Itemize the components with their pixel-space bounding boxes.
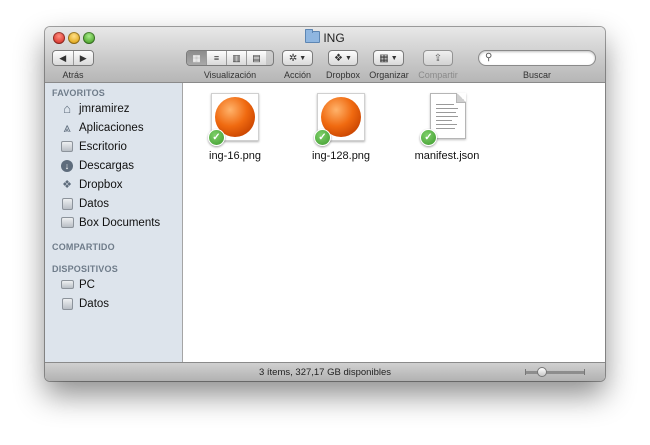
- search-icon: ⚲: [485, 52, 493, 63]
- sidebar-item-datos-device[interactable]: Datos: [60, 295, 109, 312]
- action-button[interactable]: ✲ ▼: [282, 50, 313, 66]
- icon-size-slider[interactable]: [525, 367, 585, 377]
- arrange-grid-icon: ▦: [379, 52, 389, 64]
- slider-knob[interactable]: [537, 367, 547, 377]
- list-view-button[interactable]: ≡: [207, 51, 227, 65]
- search-label: Buscar: [522, 70, 551, 80]
- sync-check-icon: ✓: [420, 129, 437, 146]
- sidebar: FAVORITOS ⌂ jmramirez ⩓ Aplicaciones Esc…: [45, 83, 183, 362]
- sidebar-item-jmramirez[interactable]: ⌂ jmramirez: [60, 100, 129, 117]
- sidebar-item-downloads[interactable]: ↓ Descargas: [60, 157, 134, 174]
- finder-window: ING ◀ ▶ Atrás ▦ ≡ ▥ ▤ Visualización ✲ ▼ A…: [45, 27, 605, 381]
- desktop-icon: [60, 140, 74, 153]
- window-title: ING: [45, 29, 605, 45]
- downloads-icon: ↓: [60, 159, 74, 172]
- sidebar-item-applications[interactable]: ⩓ Aplicaciones: [60, 119, 144, 136]
- share-label: Compartir: [418, 70, 458, 80]
- sync-check-icon: ✓: [208, 129, 225, 146]
- sidebar-item-desktop[interactable]: Escritorio: [60, 138, 127, 155]
- coverflow-view-button[interactable]: ▤: [247, 51, 266, 65]
- view-label: Visualización: [203, 70, 257, 80]
- computer-icon: [60, 278, 74, 291]
- coverflow-icon: ▤: [252, 52, 261, 63]
- drive-icon: [60, 297, 74, 310]
- chevron-down-icon: ▼: [345, 54, 352, 62]
- list-icon: ≡: [213, 53, 220, 63]
- sidebar-item-pc[interactable]: PC: [60, 276, 95, 293]
- file-name: ing-16.png: [209, 150, 261, 162]
- folder-icon: [60, 216, 74, 229]
- devices-header: DISPOSITIVOS: [52, 264, 118, 274]
- folder-icon: [305, 29, 321, 43]
- sidebar-item-label: jmramirez: [79, 102, 130, 115]
- sidebar-item-dropbox[interactable]: ❖ Dropbox: [60, 176, 122, 193]
- back-label: Atrás: [62, 70, 84, 80]
- file-item[interactable]: ✓ ing-128.png: [296, 93, 386, 162]
- dropbox-button[interactable]: ❖ ▼: [328, 50, 358, 66]
- gear-icon: ✲: [288, 52, 298, 64]
- sidebar-item-box-documents[interactable]: Box Documents: [60, 214, 160, 231]
- share-button[interactable]: ⇪: [423, 50, 453, 66]
- action-label: Acción: [283, 70, 311, 80]
- file-item[interactable]: ✓ ing-16.png: [190, 93, 280, 162]
- file-item[interactable]: ✓ manifest.json: [402, 93, 492, 162]
- grid-icon: ▦: [192, 52, 201, 63]
- columns-icon: ▥: [232, 52, 241, 63]
- drive-icon: [60, 197, 74, 210]
- file-thumbnail: ✓: [208, 93, 259, 146]
- icon-view-button[interactable]: ▦: [187, 51, 207, 65]
- forward-button[interactable]: ▶: [73, 51, 93, 65]
- chevron-down-icon: ▼: [390, 54, 398, 62]
- home-icon: ⌂: [63, 101, 71, 116]
- window-title-text: ING: [323, 31, 345, 45]
- sidebar-item-datos[interactable]: Datos: [60, 195, 109, 212]
- sidebar-item-label: Aplicaciones: [79, 121, 144, 134]
- status-text: 3 ítems, 327,17 GB disponibles: [258, 367, 392, 378]
- search-input[interactable]: [497, 51, 589, 64]
- arrange-label: Organizar: [369, 70, 409, 80]
- dropbox-icon: ❖: [334, 52, 344, 64]
- arrange-button[interactable]: ▦ ▼: [373, 50, 404, 66]
- status-bar: 3 ítems, 327,17 GB disponibles: [45, 362, 605, 381]
- sidebar-item-label: Descargas: [79, 159, 134, 172]
- file-area[interactable]: ✓ ing-16.png ✓ ing-128.png ✓ manifest.js…: [183, 83, 605, 362]
- back-button[interactable]: ◀: [53, 51, 74, 65]
- file-thumbnail: ✓: [314, 93, 365, 146]
- chevron-down-icon: ▼: [299, 54, 307, 62]
- forward-arrow-icon: ▶: [79, 52, 87, 63]
- sidebar-item-label: Datos: [79, 197, 110, 210]
- file-thumbnail: ✓: [420, 93, 471, 146]
- toolbar: ING ◀ ▶ Atrás ▦ ≡ ▥ ▤ Visualización ✲ ▼ A…: [45, 27, 605, 83]
- shared-header: COMPARTIDO: [52, 242, 115, 252]
- sidebar-item-label: Box Documents: [79, 216, 161, 229]
- back-arrow-icon: ◀: [59, 52, 67, 63]
- sync-check-icon: ✓: [314, 129, 331, 146]
- view-mode-control: ▦ ≡ ▥ ▤: [186, 50, 274, 66]
- sidebar-item-label: Datos: [79, 297, 110, 310]
- applications-icon: ⩓: [63, 119, 71, 135]
- file-name: ing-128.png: [311, 150, 371, 162]
- favorites-header: FAVORITOS: [52, 88, 105, 98]
- sidebar-item-label: Dropbox: [79, 178, 123, 191]
- back-forward-control: ◀ ▶: [52, 50, 94, 66]
- sidebar-item-label: PC: [79, 278, 95, 291]
- dropbox-label: Dropbox: [325, 70, 361, 80]
- file-name: manifest.json: [414, 150, 480, 162]
- search-field[interactable]: ⚲: [478, 50, 596, 66]
- column-view-button[interactable]: ▥: [227, 51, 247, 65]
- sidebar-item-label: Escritorio: [79, 140, 127, 153]
- dropbox-icon: ❖: [62, 179, 72, 191]
- share-icon: ⇪: [433, 52, 443, 64]
